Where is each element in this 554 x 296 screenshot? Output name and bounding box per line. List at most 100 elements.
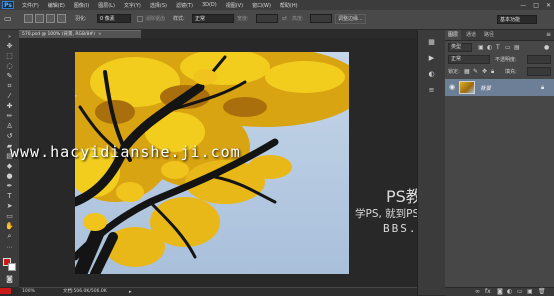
add-selection-icon[interactable]	[35, 14, 44, 23]
zoom-tool-icon[interactable]: ⌕	[4, 232, 15, 240]
options-bar: ▭ 羽化: 0 像素 消除锯齿 样式: 正常 宽度: ⇄ 高度: 调整边缘...…	[0, 10, 554, 30]
tab-channels[interactable]: 通道	[463, 30, 479, 40]
history-brush-tool-icon[interactable]: ↺	[4, 132, 15, 140]
layer-thumbnail	[459, 81, 475, 94]
filter-shape-icon[interactable]: ▭	[505, 43, 511, 52]
collapse-icon[interactable]: »	[4, 33, 15, 41]
tab-paths[interactable]: 路径	[481, 30, 497, 40]
menu-item-10[interactable]: 帮助(H)	[280, 2, 298, 9]
menubar: Ps 文件(F) 编辑(E) 图像(I) 图层(L) 文字(Y) 选择(S) 滤镜(T) 3D…	[0, 0, 554, 10]
blur-tool-icon[interactable]: ◆	[4, 162, 15, 170]
document-title: 570.psd @ 100% (背景, RGB/8#)	[22, 32, 95, 37]
layer-filter-row: 类型 ▣ ◐ T ▭ ▤ ●	[448, 43, 551, 52]
width-input[interactable]	[256, 14, 278, 23]
lock-all-icon[interactable]: 🔒︎	[491, 67, 494, 76]
watermark-url: www.hacyidianshe.ji.com	[10, 143, 241, 161]
shape-tool-icon[interactable]: ▭	[4, 212, 15, 220]
layer-filter-label: 类型	[451, 44, 462, 50]
canvas-image[interactable]	[75, 52, 349, 274]
filter-smart-object-icon[interactable]: ▤	[514, 43, 520, 52]
crop-tool-icon[interactable]: ⌗	[4, 82, 15, 90]
quick-mask-icon[interactable]: ◙	[4, 275, 15, 283]
layer-name[interactable]: 背景	[480, 84, 491, 92]
filter-type-icon[interactable]: T	[496, 43, 500, 52]
menu-item-8[interactable]: 视图(V)	[226, 2, 243, 9]
workspace-select[interactable]: 基本功能	[497, 15, 537, 24]
foreground-color-indicator	[0, 288, 11, 294]
path-select-tool-icon[interactable]: ➤	[4, 202, 15, 210]
hand-tool-icon[interactable]: ✋	[4, 222, 15, 230]
marquee-tool-icon[interactable]: ▭	[4, 14, 13, 23]
background-color-swatch[interactable]	[8, 263, 16, 271]
maximize-button[interactable]: □	[533, 2, 539, 9]
antialias-checkbox[interactable]	[137, 16, 143, 22]
panel-tabs: 图层 通道 路径 ≡	[445, 30, 554, 41]
lock-label: 锁定:	[448, 69, 460, 75]
collapsed-panel-dock: ▦ ▶ ◐ ≡	[417, 30, 446, 295]
lasso-tool-icon[interactable]: ◌	[4, 62, 15, 70]
close-button[interactable]: ✕	[546, 2, 551, 9]
marquee-tool-icon[interactable]: ⬚	[4, 52, 15, 60]
height-input[interactable]	[310, 14, 332, 23]
width-label: 宽度:	[237, 16, 249, 22]
close-document-icon[interactable]: ×	[98, 32, 102, 37]
blend-mode-select[interactable]: 正常	[448, 55, 490, 64]
eyedropper-tool-icon[interactable]: ⁄	[4, 92, 15, 100]
blend-row: 正常 不透明度:	[448, 55, 551, 64]
lock-row: 锁定: ▦ ✎ ✥ 🔒︎ 填充:	[448, 67, 551, 76]
menu-item-4[interactable]: 文字(Y)	[124, 2, 141, 9]
more-tools-icon[interactable]: ⋯	[4, 244, 15, 252]
move-tool-icon[interactable]: ✥	[4, 42, 15, 50]
fill-label: 填充:	[505, 69, 517, 75]
menu-item-1[interactable]: 编辑(E)	[48, 2, 65, 9]
history-panel-icon[interactable]: ▦	[427, 38, 436, 47]
brush-tool-icon[interactable]: ✏	[4, 112, 15, 120]
document-tab[interactable]: 570.psd @ 100% (背景, RGB/8#) ×	[19, 30, 141, 38]
refine-edge-button[interactable]: 调整边缘...	[335, 14, 366, 24]
layer-lock-icon: 🔒︎	[541, 84, 545, 91]
lock-position-icon[interactable]: ✥	[482, 67, 487, 76]
menu-item-6[interactable]: 滤镜(T)	[176, 2, 193, 9]
intersect-selection-icon[interactable]	[57, 14, 66, 23]
quick-select-tool-icon[interactable]: ✎	[4, 72, 15, 80]
fill-input[interactable]	[527, 67, 551, 76]
tab-layers[interactable]: 图层	[445, 30, 462, 40]
visibility-eye-icon[interactable]: ◉	[449, 83, 455, 92]
properties-panel-icon[interactable]: ◐	[427, 70, 436, 79]
new-selection-icon[interactable]	[24, 14, 33, 23]
height-label: 高度:	[292, 16, 304, 22]
layer-row-background[interactable]: ◉ 背景 🔒︎	[445, 79, 554, 96]
swap-icon[interactable]: ⇄	[282, 15, 287, 22]
adjustments-panel-icon[interactable]: ≡	[427, 86, 436, 95]
menu-item-9[interactable]: 窗口(W)	[252, 2, 271, 9]
feather-label: 羽化:	[75, 16, 87, 22]
filter-toggle-icon[interactable]: ●	[544, 43, 549, 52]
layer-filter-select[interactable]: 类型	[448, 43, 472, 52]
subtract-selection-icon[interactable]	[46, 14, 55, 23]
pen-tool-icon[interactable]: ✒	[4, 182, 15, 190]
lock-transparent-icon[interactable]: ▦	[464, 67, 470, 76]
feather-input[interactable]: 0 像素	[97, 14, 131, 23]
filter-adjustment-icon[interactable]: ◐	[487, 43, 492, 52]
window-controls: — □ ✕	[520, 0, 551, 10]
style-select[interactable]: 正常	[192, 14, 234, 23]
healing-tool-icon[interactable]: ✚	[4, 102, 15, 110]
photoshop-logo: Ps	[2, 1, 14, 9]
opacity-input[interactable]	[527, 55, 551, 64]
dodge-tool-icon[interactable]: ●	[4, 172, 15, 180]
clone-stamp-tool-icon[interactable]: ♙	[4, 122, 15, 130]
menu-item-3[interactable]: 图层(L)	[98, 2, 115, 9]
actions-panel-icon[interactable]: ▶	[427, 54, 436, 63]
layers-panel: 图层 通道 路径 ≡ 类型 ▣ ◐ T ▭ ▤ ● 正常 不透明度: 锁定: ▦…	[445, 30, 554, 296]
opacity-label: 不透明度:	[495, 57, 517, 63]
antialias-label: 消除锯齿	[145, 16, 166, 22]
menu-item-7[interactable]: 3D(D)	[202, 2, 217, 8]
type-tool-icon[interactable]: T	[4, 192, 15, 200]
menu-item-0[interactable]: 文件(F)	[22, 2, 39, 9]
menu-item-2[interactable]: 图像(I)	[74, 2, 89, 9]
lock-pixels-icon[interactable]: ✎	[473, 67, 478, 76]
minimize-button[interactable]: —	[520, 2, 526, 9]
panel-menu-icon[interactable]: ≡	[546, 31, 551, 38]
menu-item-5[interactable]: 选择(S)	[150, 2, 167, 9]
filter-pixel-icon[interactable]: ▣	[478, 43, 484, 52]
